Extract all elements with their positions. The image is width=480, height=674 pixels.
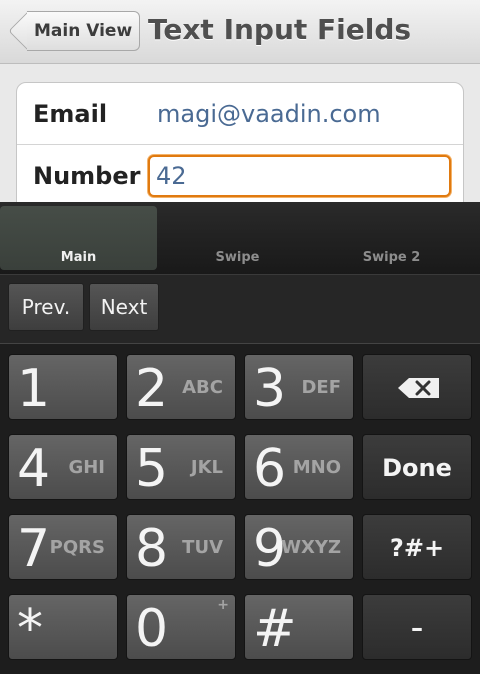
prev-button[interactable]: Prev. <box>8 283 84 331</box>
key-8-letters: TUV <box>182 537 223 558</box>
dash-key-label: – <box>411 614 423 642</box>
symbols-key-label: ?#+ <box>389 534 445 562</box>
input-form: Email magi@vaadin.com Number 42 <box>16 82 464 222</box>
email-field[interactable]: magi@vaadin.com <box>157 83 381 145</box>
key-5-letters: JKL <box>190 457 223 478</box>
key-3-letters: DEF <box>301 377 341 398</box>
key-9[interactable]: 9 WXYZ <box>244 514 354 580</box>
key-4-letters: GHI <box>68 457 105 478</box>
navigation-bar: Main View Text Input Fields <box>0 0 480 64</box>
done-key[interactable]: Done <box>362 434 472 500</box>
numeric-keyboard: Main Swipe Swipe 2 Prev. Next 1 2 ABC 3 … <box>0 202 480 674</box>
number-label: Number <box>33 162 141 190</box>
key-2-letters: ABC <box>182 377 223 398</box>
key-6-digit: 6 <box>253 439 287 499</box>
key-1-digit: 1 <box>17 359 51 419</box>
keyboard-toolbar: Prev. Next <box>0 274 480 344</box>
key-2[interactable]: 2 ABC <box>126 354 236 420</box>
email-label: Email <box>33 100 108 128</box>
backspace-icon <box>398 378 439 398</box>
next-button[interactable]: Next <box>89 283 159 331</box>
key-2-digit: 2 <box>135 359 169 419</box>
key-1[interactable]: 1 <box>8 354 118 420</box>
key-hash[interactable]: # <box>244 594 354 660</box>
key-5[interactable]: 5 JKL <box>126 434 236 500</box>
back-button[interactable]: Main View <box>8 11 140 51</box>
key-7-letters: PQRS <box>49 537 105 558</box>
key-6-letters: MNO <box>292 457 341 478</box>
key-0[interactable]: 0 + <box>126 594 236 660</box>
key-7-digit: 7 <box>17 519 51 579</box>
key-6[interactable]: 6 MNO <box>244 434 354 500</box>
key-9-letters: WXYZ <box>281 537 341 558</box>
tab-main[interactable]: Main <box>0 206 157 270</box>
key-4-digit: 4 <box>17 439 51 499</box>
key-3[interactable]: 3 DEF <box>244 354 354 420</box>
tab-swipe-2[interactable]: Swipe 2 <box>313 206 470 270</box>
key-0-plus: + <box>217 597 229 613</box>
email-row: Email magi@vaadin.com <box>17 83 463 145</box>
key-star-symbol: * <box>17 599 43 659</box>
key-8[interactable]: 8 TUV <box>126 514 236 580</box>
number-field[interactable]: 42 <box>148 155 451 197</box>
page-title: Text Input Fields <box>148 13 412 46</box>
symbols-key[interactable]: ?#+ <box>362 514 472 580</box>
key-4[interactable]: 4 GHI <box>8 434 118 500</box>
tab-swipe[interactable]: Swipe <box>159 206 316 270</box>
backspace-key[interactable] <box>362 354 472 420</box>
key-3-digit: 3 <box>253 359 287 419</box>
key-5-digit: 5 <box>135 439 169 499</box>
key-0-digit: 0 <box>135 599 169 659</box>
done-key-label: Done <box>382 454 452 482</box>
number-row: Number 42 <box>17 145 463 207</box>
dash-key[interactable]: – <box>362 594 472 660</box>
key-7[interactable]: 7 PQRS <box>8 514 118 580</box>
key-hash-symbol: # <box>253 599 297 659</box>
key-8-digit: 8 <box>135 519 169 579</box>
keyboard-tabs: Main Swipe Swipe 2 <box>0 202 480 274</box>
back-button-label: Main View <box>34 21 133 41</box>
key-star[interactable]: * <box>8 594 118 660</box>
